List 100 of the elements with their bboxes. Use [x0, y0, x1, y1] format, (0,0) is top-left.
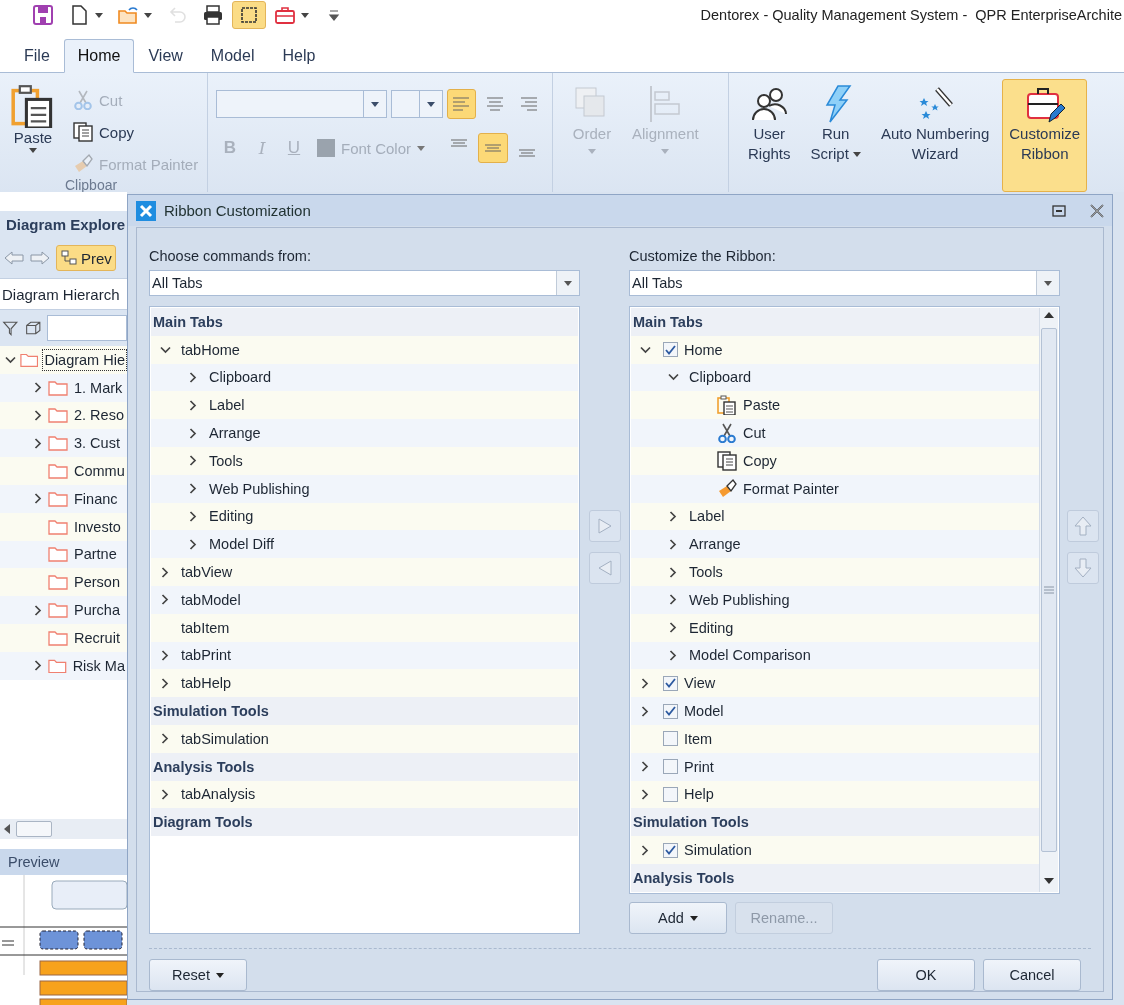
tree-item[interactable]: Commu: [0, 457, 127, 485]
checkbox[interactable]: [663, 731, 678, 747]
scrollbar-thumb[interactable]: [1041, 328, 1057, 852]
ribbon-button[interactable]: Customize Ribbon: [1002, 79, 1088, 192]
paste-button[interactable]: Paste: [4, 79, 62, 177]
chevron-right-icon[interactable]: [34, 493, 42, 505]
chevron-right-icon[interactable]: [641, 761, 649, 773]
tree-item[interactable]: Risk Ma: [0, 651, 127, 680]
ribbon-tab[interactable]: File: [10, 39, 64, 73]
chevron-right-icon[interactable]: [161, 594, 169, 606]
hierarchy-selector[interactable]: Diagram Hierarch: [0, 278, 127, 310]
tree-item[interactable]: tabPrint: [151, 641, 578, 670]
chevron-right-icon[interactable]: [34, 437, 42, 449]
vertical-scrollbar[interactable]: [1039, 308, 1058, 892]
tree-item[interactable]: tabHelp: [151, 669, 578, 698]
chevron-right-icon[interactable]: [189, 427, 197, 439]
ribbon-command-button[interactable]: Copy: [68, 119, 204, 145]
chevron-right-icon[interactable]: [161, 677, 169, 689]
chevron-down-icon[interactable]: [667, 373, 679, 382]
ribbon-tab[interactable]: Home: [63, 39, 135, 73]
tree-item[interactable]: Paste: [631, 391, 1039, 420]
font-size-field[interactable]: [390, 90, 443, 118]
tree-item[interactable]: tabView: [151, 558, 578, 586]
chevron-right-icon[interactable]: [189, 372, 197, 383]
ribbon-button[interactable]: Auto Numbering Wizard: [873, 79, 997, 192]
chevron-right-icon[interactable]: [641, 677, 649, 689]
chevron-right-icon[interactable]: [189, 538, 197, 550]
tree-item[interactable]: 3. Cust: [0, 429, 127, 458]
tree-item[interactable]: 1. Mark: [0, 373, 127, 402]
tree-item[interactable]: Item: [631, 724, 1039, 753]
chevron-right-icon[interactable]: [669, 566, 677, 578]
chevron-down-icon[interactable]: [159, 345, 171, 354]
tree-item[interactable]: tabAnalysis: [151, 780, 578, 809]
tree-item[interactable]: 2. Reso: [0, 401, 127, 430]
chevron-right-icon[interactable]: [641, 844, 649, 856]
chevron-right-icon[interactable]: [161, 788, 169, 800]
tree-item[interactable]: Clipboard: [631, 363, 1039, 392]
horizontal-scrollbar[interactable]: [0, 819, 127, 839]
chevron-right-icon[interactable]: [34, 410, 42, 421]
tree-item[interactable]: Person: [0, 568, 127, 597]
tree-item[interactable]: Purcha: [0, 596, 127, 624]
chevron-right-icon[interactable]: [641, 705, 649, 717]
ribbon-tab[interactable]: View: [134, 39, 197, 73]
tree-item[interactable]: Format Painter: [631, 474, 1039, 503]
tree-item[interactable]: Home: [631, 335, 1039, 364]
chevron-right-icon[interactable]: [189, 483, 197, 495]
tree-item[interactable]: Tools: [151, 447, 578, 475]
chevron-right-icon[interactable]: [34, 382, 42, 394]
chevron-right-icon[interactable]: [34, 660, 42, 672]
chevron-down-icon[interactable]: [639, 345, 651, 354]
tree-item[interactable]: Diagram Hie: [0, 346, 127, 374]
tree-item[interactable]: Arrange: [151, 419, 578, 447]
commands-source-dropdown[interactable]: All Tabs: [149, 270, 580, 296]
chevron-right-icon[interactable]: [161, 566, 169, 578]
checkbox[interactable]: [663, 786, 678, 802]
dialog-button[interactable]: Add: [629, 902, 727, 934]
checkbox[interactable]: [663, 675, 678, 691]
tree-item[interactable]: Copy: [631, 447, 1039, 475]
chevron-right-icon[interactable]: [189, 510, 197, 522]
search-field[interactable]: [47, 315, 127, 341]
tree-item[interactable]: Help: [631, 780, 1039, 809]
chevron-down-icon[interactable]: [4, 355, 16, 364]
chevron-right-icon[interactable]: [669, 594, 677, 606]
tree-item[interactable]: Investo: [0, 512, 127, 541]
scrollbar-thumb[interactable]: [16, 821, 52, 837]
toolbar-button[interactable]: [232, 1, 266, 29]
chevron-right-icon[interactable]: [34, 604, 42, 616]
tree-item[interactable]: Simulation: [631, 836, 1039, 864]
preview-button[interactable]: Prev: [56, 245, 116, 271]
chevron-right-icon[interactable]: [189, 399, 197, 411]
chevron-right-icon[interactable]: [669, 649, 677, 661]
scroll-left-icon[interactable]: [4, 824, 10, 834]
tree-item[interactable]: tabModel: [151, 585, 578, 614]
chevron-right-icon[interactable]: [641, 788, 649, 800]
chevron-right-icon[interactable]: [161, 649, 169, 661]
tree-item[interactable]: Recruit: [0, 623, 127, 652]
tree-item[interactable]: Tools: [631, 558, 1039, 586]
tree-item[interactable]: tabItem: [151, 613, 578, 642]
ribbon-tabs-dropdown[interactable]: All Tabs: [629, 270, 1060, 296]
tree-item[interactable]: Web Publishing: [631, 585, 1039, 614]
tree-item[interactable]: Partne: [0, 540, 127, 569]
tree-item[interactable]: Model: [631, 697, 1039, 725]
tree-item[interactable]: Print: [631, 752, 1039, 781]
checkbox[interactable]: [663, 842, 678, 858]
tree-item[interactable]: tabHome: [151, 335, 578, 364]
tree-item[interactable]: tabSimulation: [151, 724, 578, 753]
font-name-field[interactable]: [216, 90, 387, 118]
scroll-up-icon[interactable]: [1044, 312, 1054, 318]
tree-item[interactable]: Model Diff: [151, 530, 578, 559]
ribbon-tab[interactable]: Model: [196, 39, 269, 73]
dialog-button[interactable]: OK: [877, 959, 975, 991]
dialog-button[interactable]: Cancel: [983, 959, 1081, 991]
tree-item[interactable]: Label: [631, 502, 1039, 531]
ribbon-button[interactable]: Run Script: [803, 79, 868, 192]
ribbon-button[interactable]: User Rights: [741, 79, 798, 192]
tree-item[interactable]: Model Comparison: [631, 641, 1039, 670]
reset-button[interactable]: Reset: [149, 959, 247, 991]
ribbon-tab[interactable]: Help: [268, 39, 330, 73]
tree-item[interactable]: Label: [151, 391, 578, 420]
checkbox[interactable]: [663, 703, 678, 719]
